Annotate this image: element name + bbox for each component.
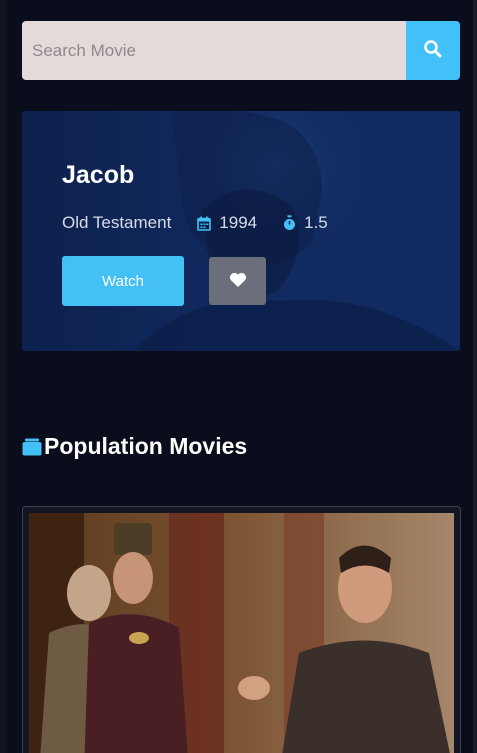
stopwatch-icon bbox=[283, 215, 296, 231]
favorite-button[interactable] bbox=[209, 257, 266, 305]
search-icon bbox=[423, 39, 443, 62]
featured-banner: Jacob Old Testament 1994 1.5 Watch bbox=[22, 111, 460, 351]
featured-category: Old Testament bbox=[62, 213, 172, 232]
scrollbar-track[interactable] bbox=[473, 0, 477, 753]
featured-title: Jacob bbox=[62, 161, 135, 189]
search-button[interactable] bbox=[406, 21, 460, 80]
folder-icon bbox=[22, 438, 42, 456]
left-edge bbox=[0, 0, 6, 753]
search-bar bbox=[22, 21, 460, 80]
movie-card[interactable] bbox=[22, 506, 461, 753]
app-root: Jacob Old Testament 1994 bbox=[0, 0, 477, 753]
featured-year: 1994 bbox=[219, 213, 258, 232]
watch-button[interactable]: Watch bbox=[62, 256, 184, 306]
search-input[interactable] bbox=[22, 21, 406, 80]
heart-icon bbox=[229, 272, 247, 291]
section-title: Population Movies bbox=[44, 433, 248, 459]
calendar-icon bbox=[197, 216, 212, 231]
section-header: Population Movies bbox=[22, 433, 247, 460]
movie-poster-image bbox=[29, 513, 454, 753]
featured-rating: 1.5 bbox=[304, 213, 328, 232]
featured-meta: Old Testament 1994 1.5 bbox=[62, 213, 328, 233]
